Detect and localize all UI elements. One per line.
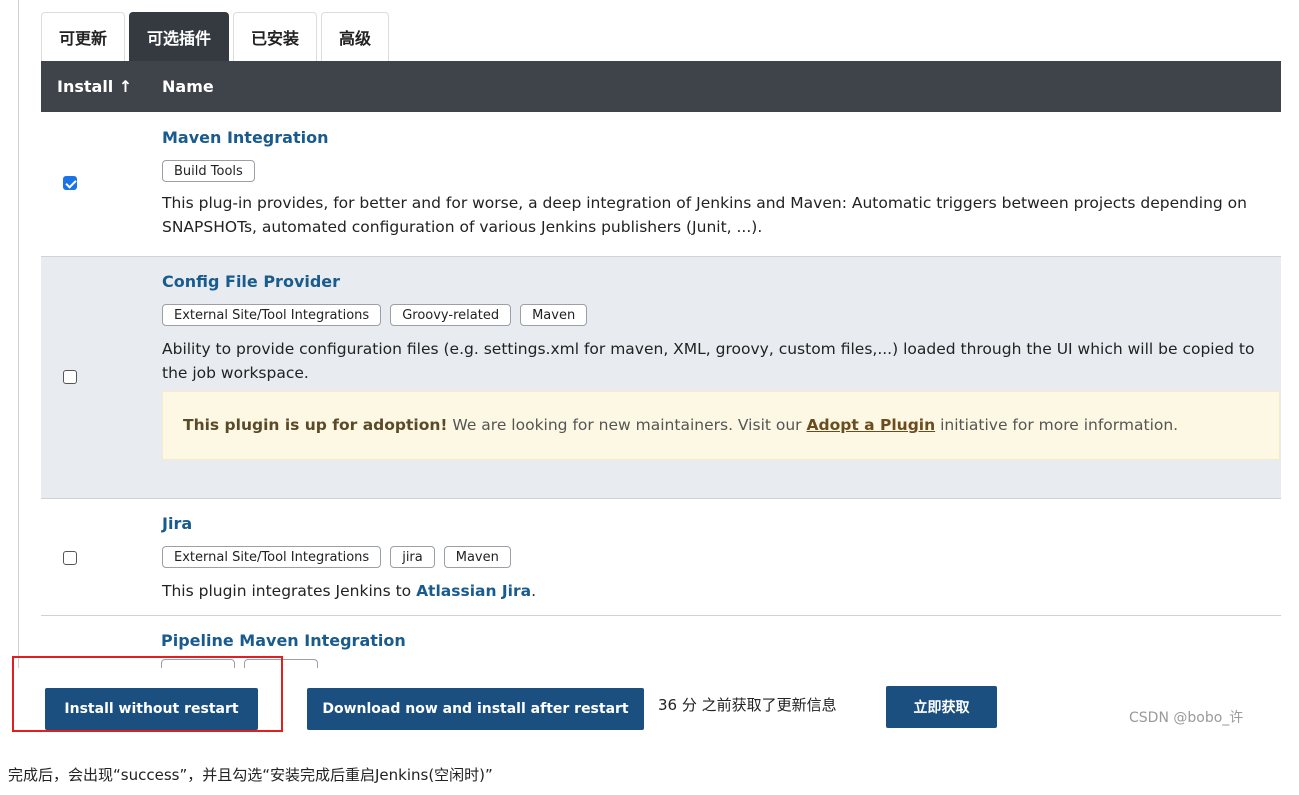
category-tag[interactable]: jira	[390, 546, 435, 568]
atlassian-jira-link[interactable]: Atlassian Jira	[416, 582, 531, 600]
category-tag[interactable]: Maven	[520, 304, 588, 326]
category-tag[interactable]: Build Tools	[162, 160, 255, 182]
adoption-text-end: initiative for more information.	[935, 416, 1179, 434]
description-text: This plugin integrates Jenkins to	[162, 582, 417, 600]
plugin-description: This plug-in provides, for better and fo…	[162, 194, 1247, 236]
category-tag[interactable]: External Site/Tool Integrations	[162, 304, 382, 326]
adopt-a-plugin-link[interactable]: Adopt a Plugin	[806, 416, 935, 434]
column-install-sort[interactable]: Install ↑	[57, 61, 132, 112]
adoption-text: We are looking for new maintainers. Visi…	[447, 416, 807, 434]
plugin-name-link[interactable]: Pipeline Maven Integration	[161, 631, 406, 650]
category-tag[interactable]: Maven	[443, 546, 511, 568]
download-install-after-restart-button[interactable]: Download now and install after restart	[307, 688, 644, 730]
plugin-tags: External Site/Tool Integrations Groovy-r…	[162, 304, 588, 326]
plugin-name-link[interactable]: Jira	[162, 514, 192, 533]
tab-installed[interactable]: 已安装	[233, 12, 318, 61]
left-border	[18, 0, 19, 668]
plugin-description: This plugin integrates Jenkins to Atlass…	[162, 579, 1262, 603]
plugin-name-link[interactable]: Config File Provider	[162, 272, 340, 291]
tab-available[interactable]: 可选插件	[129, 12, 230, 61]
install-checkbox-maven-integration[interactable]	[63, 176, 77, 190]
fetch-now-button[interactable]: 立即获取	[886, 686, 997, 728]
adoption-notice: This plugin is up for adoption! We are l…	[162, 391, 1280, 460]
red-highlight-box	[12, 656, 283, 732]
plugin-tags: Build Tools	[162, 160, 255, 182]
plugin-description: Ability to provide configuration files (…	[162, 340, 1255, 382]
plugin-tabs: 可更新 可选插件 已安装 高级	[41, 12, 393, 61]
category-tag[interactable]: Groovy-related	[390, 304, 512, 326]
plugin-row-maven-integration: Maven Integration Build Tools This plug-…	[41, 112, 1281, 257]
install-checkbox-config-file-provider[interactable]	[63, 370, 77, 384]
plugin-row-config-file-provider: Config File Provider External Site/Tool …	[41, 257, 1281, 499]
table-header: Install ↑ Name	[41, 61, 1281, 112]
description-text-end: .	[531, 582, 537, 600]
category-tag[interactable]: External Site/Tool Integrations	[162, 546, 382, 568]
watermark: CSDN @bobo_许	[1129, 710, 1244, 726]
column-name[interactable]: Name	[162, 61, 214, 112]
install-checkbox-jira[interactable]	[63, 551, 77, 565]
update-status-text: 36 分 之前获取了更新信息	[658, 696, 837, 714]
caption-note: 完成后，会出现“success”，并且勾选“安装完成后重启Jenkins(空闲时…	[8, 766, 493, 784]
plugin-tags: External Site/Tool Integrations jira Mav…	[162, 546, 511, 568]
adoption-title: This plugin is up for adoption!	[183, 416, 448, 434]
tab-updates[interactable]: 可更新	[41, 12, 126, 61]
plugin-row-jira: Jira External Site/Tool Integrations jir…	[41, 499, 1281, 616]
plugin-name-link[interactable]: Maven Integration	[162, 128, 328, 147]
tab-advanced[interactable]: 高级	[321, 12, 390, 61]
